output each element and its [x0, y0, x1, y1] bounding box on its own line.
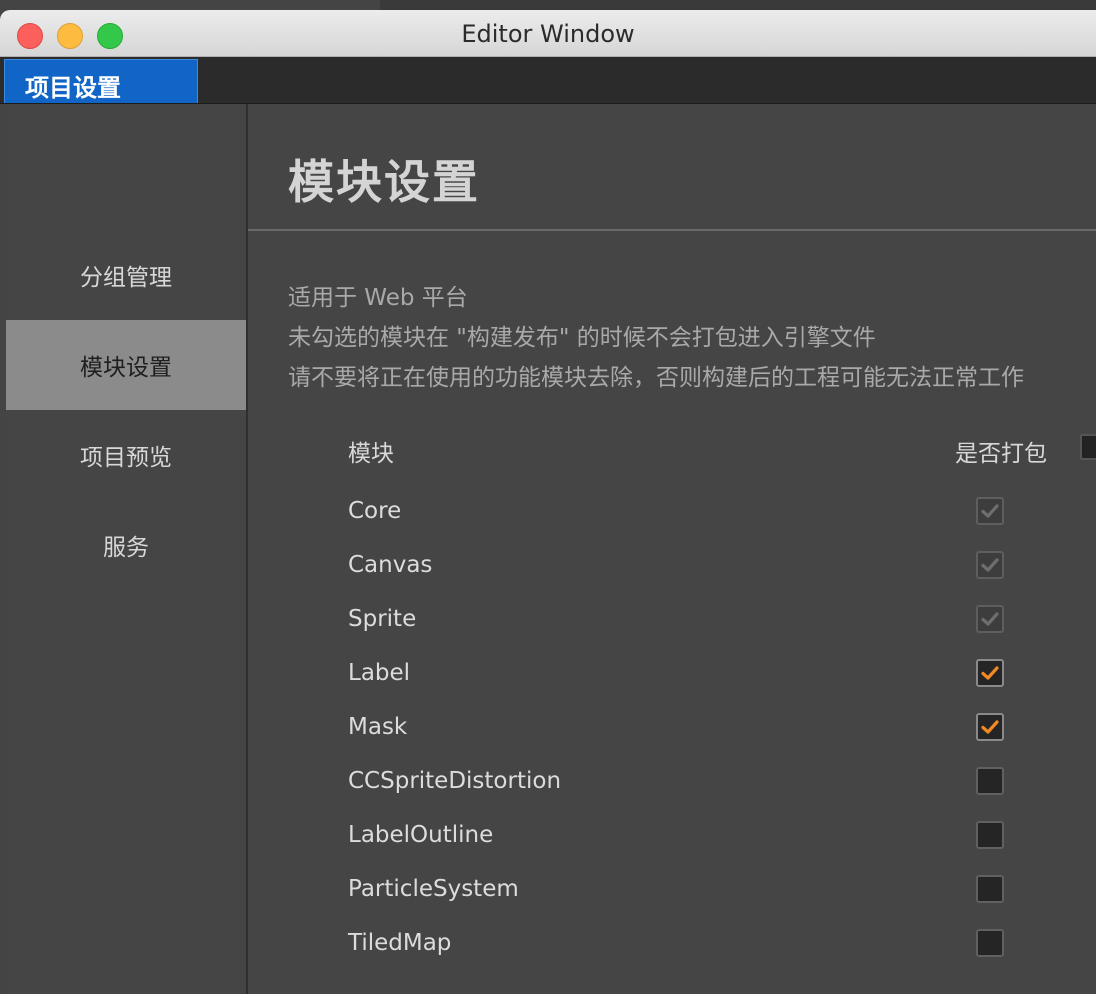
sidebar-item-label: 分组管理	[80, 265, 172, 291]
description-line: 请不要将正在使用的功能模块去除，否则构建后的工程可能无法正常工作	[288, 365, 1024, 391]
window-title: Editor Window	[461, 20, 635, 48]
module-name: CCSpriteDistortion	[348, 768, 562, 794]
module-name: Label	[348, 660, 411, 686]
module-settings-panel: 模块设置 适用于 Web 平台 未勾选的模块在 "构建发布" 的时候不会打包进入…	[248, 104, 1096, 994]
module-name: TiledMap	[348, 930, 452, 956]
module-name: LabelOutline	[348, 822, 494, 848]
tab-project-settings[interactable]: 项目设置	[4, 59, 198, 103]
checkmark-icon	[981, 504, 999, 518]
column-header-include: 是否打包	[955, 441, 1047, 467]
module-include-checkbox	[976, 497, 1004, 525]
module-include-checkbox	[976, 605, 1004, 633]
module-name: Canvas	[348, 552, 433, 578]
tab-bar: 项目设置	[0, 57, 1096, 104]
module-include-checkbox[interactable]	[976, 875, 1004, 903]
checkmark-icon	[981, 666, 999, 680]
sidebar-item-label: 模块设置	[80, 355, 172, 381]
module-name: ParticleSystem	[348, 876, 519, 902]
page-title: 模块设置	[288, 155, 480, 209]
editor-window: Editor Window 项目设置 分组管理 模块设置 项目预览 服务 模块设…	[0, 0, 1096, 994]
tab-label: 项目设置	[25, 74, 121, 102]
module-include-checkbox	[976, 551, 1004, 579]
module-include-checkbox[interactable]	[976, 659, 1004, 687]
module-name: Core	[348, 498, 402, 524]
checkmark-icon	[981, 720, 999, 734]
sidebar-item-group-management[interactable]: 分组管理	[6, 230, 246, 320]
module-include-checkbox[interactable]	[976, 713, 1004, 741]
sidebar-item-services[interactable]: 服务	[6, 500, 246, 590]
module-include-checkbox[interactable]	[976, 929, 1004, 957]
sidebar-item-module-settings[interactable]: 模块设置	[6, 320, 246, 410]
module-include-checkbox[interactable]	[976, 821, 1004, 849]
sidebar-item-label: 项目预览	[80, 445, 172, 471]
select-all-checkbox[interactable]	[1080, 434, 1096, 460]
sidebar-item-project-preview[interactable]: 项目预览	[6, 410, 246, 500]
description-line: 未勾选的模块在 "构建发布" 的时候不会打包进入引擎文件	[288, 325, 876, 351]
column-header-module: 模块	[348, 441, 394, 467]
settings-sidebar: 分组管理 模块设置 项目预览 服务	[6, 104, 248, 994]
checkmark-icon	[981, 558, 999, 572]
description-line: 适用于 Web 平台	[288, 285, 468, 311]
module-name: Sprite	[348, 606, 417, 632]
module-name: Mask	[348, 714, 408, 740]
sidebar-item-label: 服务	[103, 535, 149, 561]
title-divider	[248, 229, 1096, 231]
module-include-checkbox[interactable]	[976, 767, 1004, 795]
checkmark-icon	[981, 612, 999, 626]
title-bar[interactable]: Editor Window	[0, 10, 1096, 57]
